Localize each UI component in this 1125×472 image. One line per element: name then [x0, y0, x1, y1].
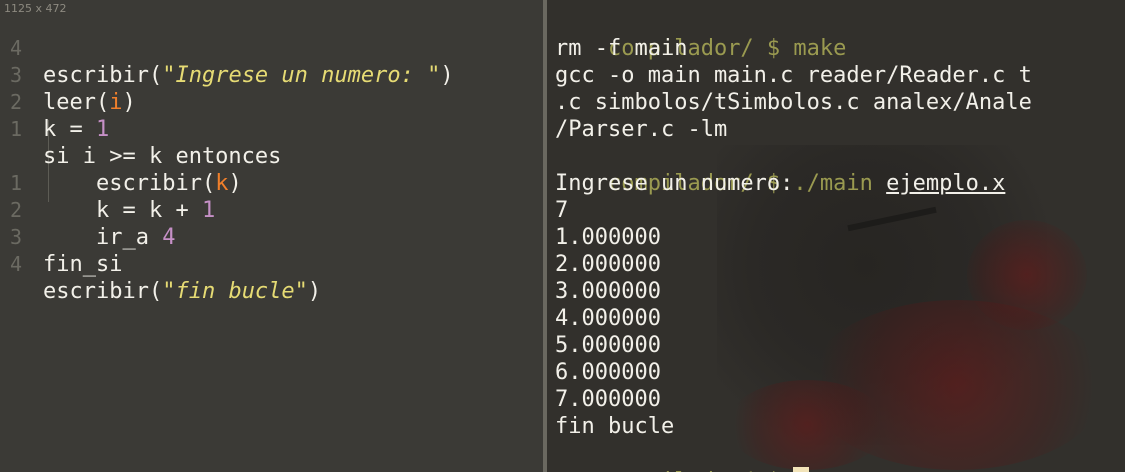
code-line: 1 k = k + 1: [10, 171, 216, 223]
code-line: 3 fin_si: [10, 225, 123, 277]
code-line: 2 k = 1: [10, 90, 110, 142]
code-editor-pane[interactable]: 4 escribir("Ingrese un numero: ") 3 leer…: [0, 0, 543, 472]
terminal-command-line: compilador/ $ make: [555, 8, 846, 61]
terminal-output: 7.000000: [555, 387, 661, 412]
terminal-output: rm -f main: [555, 36, 688, 61]
terminal-output: fin bucle: [555, 414, 675, 439]
terminal-output: 5.000000: [555, 333, 661, 358]
code-line: 4 escribir("fin bucle"): [10, 252, 322, 304]
terminal-output: 7: [555, 198, 569, 223]
terminal-cursor[interactable]: [793, 467, 810, 472]
terminal-output: 1.000000: [555, 225, 661, 250]
terminal-command-line: compilador/ $ ./main ejemplo.x: [555, 143, 1005, 196]
code-line: 2 ir_a 4: [10, 198, 176, 250]
code-line: escribir(k): [43, 171, 242, 196]
terminal-output: 3.000000: [555, 279, 661, 304]
terminal-output: gcc -o main main.c reader/Reader.c t: [555, 63, 1032, 88]
command: make: [793, 36, 847, 61]
file-argument[interactable]: ejemplo.x: [886, 171, 1005, 196]
line-number: 4: [10, 252, 23, 276]
terminal-pane[interactable]: compilador/ $ make rm -f main gcc -o mai…: [547, 0, 1125, 472]
code-line: 3 leer(i): [10, 63, 136, 115]
terminal-output: 6.000000: [555, 360, 661, 385]
terminal-output: 4.000000: [555, 306, 661, 331]
code-line: 1 si i >= k entonces: [10, 117, 282, 169]
terminal-output: Ingrese un numero:: [555, 171, 794, 196]
background-splatter: [967, 220, 1087, 330]
terminal-output: /Parser.c -lm: [555, 117, 728, 142]
terminal-command-line[interactable]: compilador/ $: [555, 440, 810, 472]
command: ./main: [793, 171, 887, 196]
window-size-overlay: 1125 x 472: [4, 2, 67, 15]
terminal-output: 2.000000: [555, 252, 661, 277]
terminal-output: .c simbolos/tSimbolos.c analex/Anale: [555, 90, 1032, 115]
